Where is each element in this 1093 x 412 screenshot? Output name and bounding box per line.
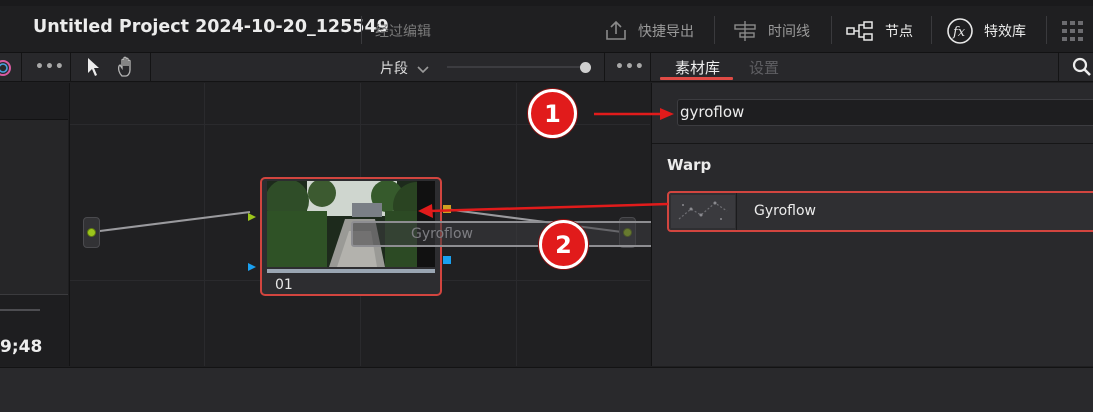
hand-tool-icon[interactable]: [116, 56, 138, 82]
media-input-node[interactable]: [83, 217, 100, 248]
quick-export-label: 快捷导出: [638, 24, 694, 40]
drag-preview-label: Gyroflow: [411, 226, 473, 242]
svg-text:fx: fx: [952, 25, 966, 40]
node-label: 01: [275, 277, 293, 293]
header-divider: [931, 16, 932, 44]
timeline-label: 时间线: [768, 24, 810, 40]
active-tab-indicator: [660, 77, 733, 80]
more-options-button[interactable]: •••: [35, 59, 65, 75]
bottom-panel: [0, 367, 1093, 412]
nodes-icon: [846, 21, 873, 41]
input-port[interactable]: [87, 228, 96, 237]
header-divider: [361, 16, 362, 44]
toolbar-divider: [650, 53, 651, 82]
library-item-gyroflow[interactable]: Gyroflow: [667, 191, 1093, 232]
pointer-tool-icon[interactable]: [86, 57, 102, 81]
toolbar-divider: [604, 53, 605, 82]
key-output-port[interactable]: [443, 256, 451, 264]
key-input-port[interactable]: [247, 257, 257, 276]
timecode: 9;48: [0, 337, 43, 357]
zoom-slider-track[interactable]: [447, 66, 587, 68]
viewer-scrubber[interactable]: [0, 309, 40, 311]
library-divider: [652, 143, 1093, 144]
viewer-panel: 9;48: [0, 83, 70, 366]
search-icon[interactable]: [1072, 57, 1092, 81]
nodes-button[interactable]: 节点: [845, 16, 913, 46]
color-wheel-icon[interactable]: [0, 59, 12, 81]
library-search-input[interactable]: gyroflow: [677, 99, 1093, 126]
export-icon: [606, 20, 626, 40]
timeline-icon: [734, 21, 756, 41]
effects-library-label: 特效库: [984, 24, 1026, 40]
clip-mode-dropdown[interactable]: 片段: [380, 58, 430, 78]
step-badge-1: 1: [528, 89, 577, 138]
timeline-button[interactable]: 时间线: [732, 16, 810, 46]
toolbar-divider: [21, 53, 22, 82]
header-divider: [1046, 16, 1047, 44]
rgb-output-port[interactable]: [443, 205, 451, 213]
toolbar-divider: [70, 53, 71, 82]
toolbar-divider: [150, 53, 151, 82]
grid-menu-icon[interactable]: [1061, 20, 1085, 46]
effects-library-button[interactable]: fx 特效库: [946, 16, 1026, 46]
zoom-slider-handle[interactable]: [580, 62, 591, 73]
node-editor-toolbar: ••• 片段 ••• 素材库 设置: [0, 53, 1093, 82]
step-badge-2: 2: [539, 220, 588, 269]
toolbar-divider: [1058, 53, 1059, 82]
rgb-input-port[interactable]: [247, 207, 257, 226]
item-divider: [736, 193, 737, 230]
step-number: 1: [544, 99, 561, 128]
category-heading: Warp: [667, 156, 712, 174]
effects-library-panel: gyroflow Warp Gyroflow: [651, 83, 1093, 366]
viewer-image: [0, 119, 68, 295]
library-search-value: gyroflow: [680, 103, 745, 121]
nodes-label: 节点: [885, 24, 913, 40]
edit-status: 经过编辑: [375, 24, 431, 40]
tab-library[interactable]: 素材库: [675, 57, 720, 78]
node-progress-bar: [267, 269, 435, 273]
chevron-down-icon: [417, 66, 430, 74]
effect-thumbnail-icon: [671, 195, 735, 228]
tab-settings[interactable]: 设置: [749, 57, 779, 78]
header-divider: [714, 16, 715, 44]
more-options-button-right[interactable]: •••: [615, 59, 645, 75]
quick-export-button[interactable]: 快捷导出: [604, 16, 694, 46]
header-divider: [831, 16, 832, 44]
library-item-label: Gyroflow: [754, 203, 816, 219]
fx-icon: fx: [947, 18, 973, 44]
header-bar: Untitled Project 2024-10-20_125549 经过编辑 …: [0, 6, 1093, 53]
clip-mode-label: 片段: [380, 61, 408, 77]
project-title: Untitled Project 2024-10-20_125549: [33, 17, 389, 37]
step-number: 2: [555, 230, 572, 259]
